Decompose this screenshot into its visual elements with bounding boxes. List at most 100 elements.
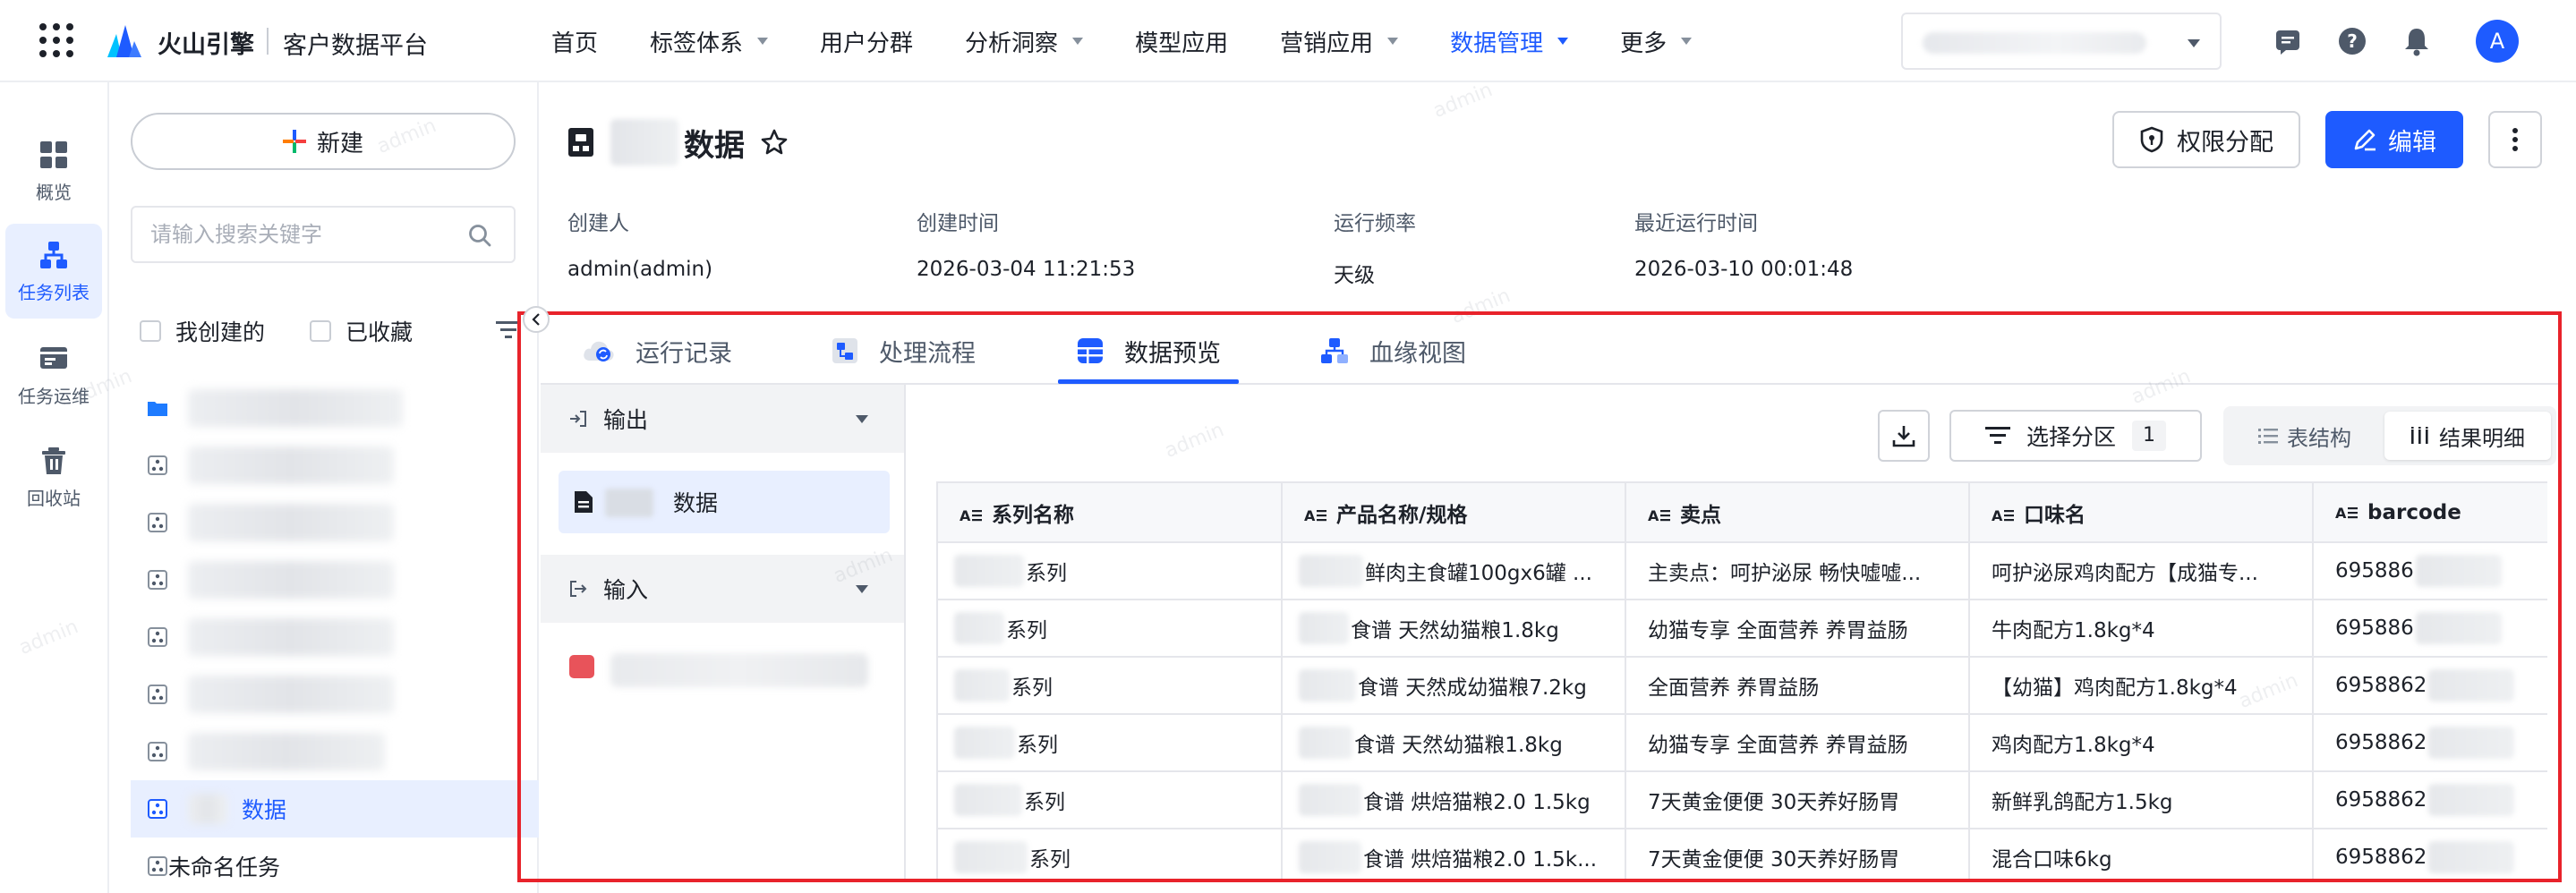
nav-item-insights[interactable]: 分析洞察 (965, 25, 1084, 58)
collapse-panel-button[interactable] (523, 306, 550, 333)
table-cell: 系列 (938, 771, 1283, 829)
more-actions-button[interactable] (2488, 111, 2542, 168)
output-group-header[interactable]: 输出 (541, 385, 904, 453)
filter-mine-checkbox[interactable]: 我创建的 (140, 315, 265, 347)
tab-run-records[interactable]: 运行记录 (582, 317, 732, 385)
chevron-down-icon[interactable] (856, 415, 868, 423)
search-icon[interactable] (467, 223, 492, 248)
nav-item-tags[interactable]: 标签体系 (650, 25, 769, 58)
nav-item-segments[interactable]: 用户分群 (820, 25, 913, 58)
nav-item-models[interactable]: 模型应用 (1135, 25, 1228, 58)
shield-icon (2140, 126, 2163, 153)
redacted-task-name (188, 618, 394, 656)
text-type-icon: A (1992, 507, 2014, 524)
tree-task-item[interactable] (131, 551, 539, 608)
permission-label: 权限分配 (2177, 128, 2273, 157)
edit-label: 编辑 (2388, 128, 2436, 157)
column-header[interactable]: Abarcode (2313, 483, 2547, 543)
filter-favorites-checkbox[interactable]: 已收藏 (310, 315, 413, 347)
chevron-left-icon (532, 313, 540, 326)
tree-task-item[interactable] (131, 494, 539, 551)
message-icon[interactable] (2272, 25, 2304, 57)
tab-process-flow[interactable]: 处理流程 (831, 317, 976, 385)
cell-text: 系列 (1024, 791, 1065, 814)
tenant-select[interactable] (1901, 13, 2222, 70)
app-grid-icon[interactable] (39, 23, 73, 57)
view-schema-option[interactable]: 表结构 (2229, 412, 2381, 460)
chevron-down-icon[interactable] (856, 585, 868, 593)
table-row[interactable]: 系列 食谱 天然幼猫粮1.8kg 幼猫专享 全面营养 养胃益肠 鸡肉配方1.8kg*4… (938, 714, 2547, 772)
nav-item-marketing[interactable]: 营销应用 (1280, 25, 1399, 58)
meta-last-run: 最近运行时间 2026-03-10 00:01:48 (1634, 206, 1853, 281)
tree-folder[interactable] (131, 379, 539, 437)
input-group-header[interactable]: 输入 (541, 555, 904, 623)
redacted-barcode-suffix (2428, 784, 2515, 816)
tree-task-item-selected[interactable]: 数据 (131, 780, 539, 838)
download-button[interactable] (1878, 410, 1930, 462)
tab-lineage-view[interactable]: 血缘视图 (1319, 317, 1466, 385)
sort-filter-icon[interactable] (496, 319, 521, 342)
column-header[interactable]: A 系列名称 (938, 483, 1283, 543)
meta-value: 2026-03-04 11:21:53 (917, 258, 1136, 281)
cell-text: 新鲜乳鸽配方1.5kg (1992, 791, 2173, 814)
column-header[interactable]: A 卖点 (1625, 483, 1970, 543)
redacted-brand-prefix (1299, 669, 1356, 702)
tree-task-item[interactable] (131, 437, 539, 494)
result-table-container[interactable]: A 系列名称 A 产品名称/规格 A 卖点 A 口味名 Abarcode 系列 鲜肉主食罐100g… (936, 481, 2547, 880)
nav-item-more[interactable]: 更多 (1620, 25, 1693, 58)
table-cell: 695886 (2313, 542, 2547, 600)
tree-task-item[interactable] (131, 608, 539, 666)
output-dataset-item[interactable]: 数据 (559, 471, 890, 533)
rail-label: 任务运维 (18, 385, 90, 407)
help-icon[interactable]: ? (2336, 25, 2368, 57)
edit-button[interactable]: 编辑 (2325, 111, 2463, 168)
tree-task-item[interactable] (131, 723, 539, 780)
column-header-label: 卖点 (1680, 503, 1721, 527)
rail-item-task-ops[interactable]: 任务运维 (5, 327, 102, 422)
table-row[interactable]: 系列 食谱 天然幼猫粮1.8kg 幼猫专享 全面营养 养胃益肠 牛肉配方1.8kg*4… (938, 600, 2547, 658)
input-dataset-item[interactable] (559, 642, 890, 696)
new-task-button[interactable]: 新建 (131, 113, 516, 170)
favorite-star-icon[interactable] (761, 129, 788, 156)
redacted-barcode-suffix (2428, 727, 2515, 759)
task-search-input[interactable] (150, 220, 455, 249)
redacted-series-prefix (954, 612, 1004, 644)
tree-task-item[interactable]: 未命名任务 (131, 838, 539, 893)
redacted-brand-prefix (1299, 727, 1352, 759)
redacted-task-name (188, 446, 394, 484)
table-row[interactable]: 系列 食谱 烘焙猫粮2.0 1.5kg 7天黄金便便 30天养好肠胃 新鲜乳鸽配方1.… (938, 771, 2547, 829)
task-title-row: 数据 (567, 116, 788, 168)
nav-item-home[interactable]: 首页 (551, 25, 598, 58)
bell-icon[interactable] (2401, 25, 2433, 57)
tree-task-item[interactable] (131, 666, 539, 723)
table-cell: 鸡肉配方1.8kg*4 (1969, 714, 2314, 772)
chevron-down-icon (757, 38, 769, 45)
rail-item-overview[interactable]: 概览 (5, 123, 102, 218)
cell-text: 系列 (1011, 676, 1053, 700)
view-result-option[interactable]: 结果明细 (2384, 412, 2551, 460)
table-row[interactable]: 系列 鲜肉主食罐100gx6罐 ... 主卖点：呵护泌尿 畅快嘘嘘... 呵护泌尿鸡肉… (938, 542, 2547, 600)
select-partition-button[interactable]: 选择分区 1 (1949, 410, 2202, 462)
checkbox-box[interactable] (310, 320, 331, 342)
redacted-task-prefix (188, 794, 227, 824)
cell-text: 【幼猫】鸡肉配方1.8kg*4 (1992, 676, 2238, 700)
checkbox-box[interactable] (140, 320, 161, 342)
hierarchy-icon (40, 241, 67, 268)
column-header[interactable]: A 口味名 (1969, 483, 2314, 543)
permission-button[interactable]: 权限分配 (2112, 111, 2300, 168)
nav-item-data-management[interactable]: 数据管理 (1450, 25, 1569, 58)
table-row[interactable]: 系列 食谱 烘焙猫粮2.0 1.5k... 7天黄金便便 30天养好肠胃 混合口味6k… (938, 829, 2547, 880)
meta-frequency: 运行频率 天级 (1334, 206, 1416, 288)
rail-item-task-list[interactable]: 任务列表 (5, 224, 102, 319)
cell-text: 鲜肉主食罐100gx6罐 ... (1365, 562, 1592, 585)
redacted-brand-prefix (1299, 784, 1361, 816)
rail-item-recycle-bin[interactable]: 回收站 (5, 429, 102, 524)
svg-text:?: ? (2347, 30, 2358, 52)
cell-text: 7天黄金便便 30天养好肠胃 (1648, 791, 1900, 814)
column-header[interactable]: A 产品名称/规格 (1282, 483, 1626, 543)
tab-data-preview[interactable]: 数据预览 (1076, 317, 1221, 385)
table-row[interactable]: 系列 食谱 天然成幼猫粮7.2kg 全面营养 养胃益肠 【幼猫】鸡肉配方1.8kg*4… (938, 657, 2547, 715)
table-cell: 食谱 烘焙猫粮2.0 1.5k... (1282, 829, 1626, 880)
redacted-title-prefix (610, 119, 678, 166)
user-avatar[interactable]: A (2476, 20, 2519, 63)
